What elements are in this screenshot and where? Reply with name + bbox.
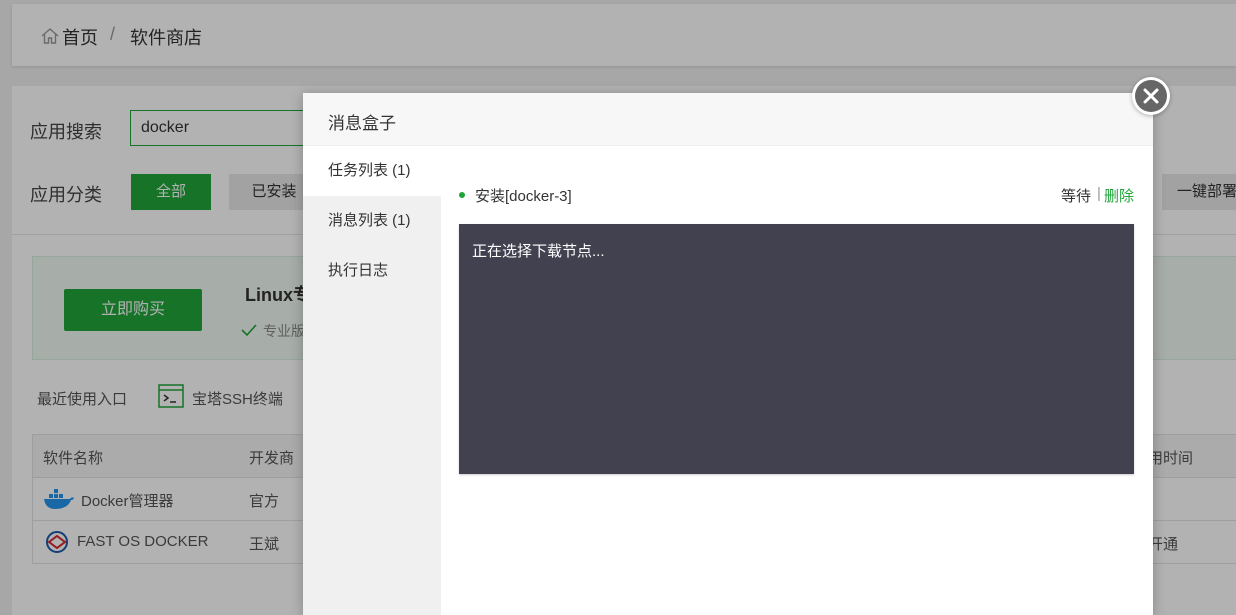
close-button[interactable] xyxy=(1132,77,1170,115)
tab-execution-log[interactable]: 执行日志 xyxy=(303,246,441,296)
status-dot-icon xyxy=(459,192,465,198)
modal-header: 消息盒子 xyxy=(303,93,1153,146)
task-status: 等待 xyxy=(1061,188,1092,205)
task-name: 安装[docker-3] xyxy=(475,188,572,205)
tab-task-list[interactable]: 任务列表 (1) xyxy=(303,146,441,196)
modal-title: 消息盒子 xyxy=(328,114,396,133)
task-console: 正在选择下载节点... xyxy=(459,224,1134,474)
modal-sidebar: 任务列表 (1) 消息列表 (1) 执行日志 xyxy=(303,146,441,615)
task-delete-link[interactable]: 删除 xyxy=(1104,185,1134,206)
message-box-modal: 消息盒子 任务列表 (1) 消息列表 (1) 执行日志 安装[docker-3]… xyxy=(303,93,1153,615)
tab-message-list[interactable]: 消息列表 (1) xyxy=(303,196,441,246)
console-output: 正在选择下载节点... xyxy=(472,243,605,260)
close-icon xyxy=(1135,80,1167,112)
task-separator: | xyxy=(1097,185,1101,202)
